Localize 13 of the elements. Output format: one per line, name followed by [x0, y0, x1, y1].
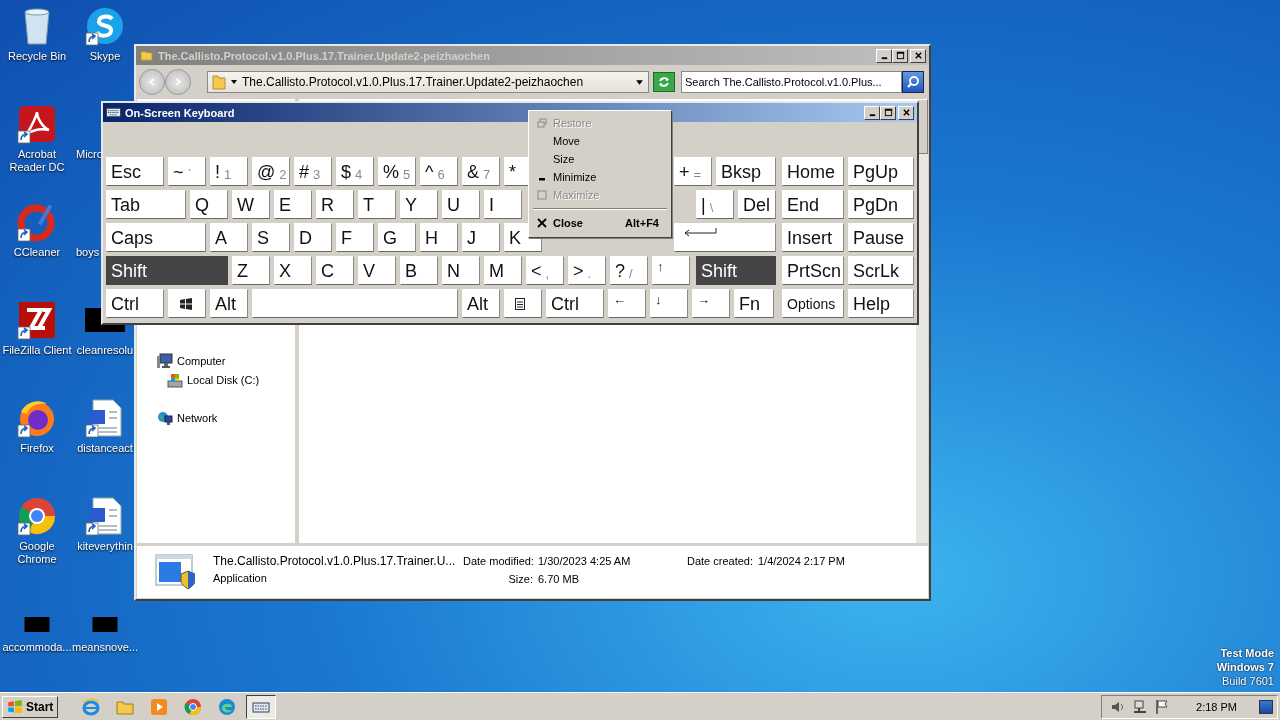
detail-value: 1/30/2023 4:25 AM [538, 554, 632, 569]
window-title: On-Screen Keyboard [125, 106, 236, 119]
window-title: The.Callisto.Protocol.v1.0.Plus.17.Trainer.Update2-peizhaochen [158, 49, 491, 62]
detail-label: Date modified: [463, 554, 535, 569]
os-notice-text: Build 7601 [1222, 674, 1274, 688]
detail-label: Date created: [685, 554, 754, 569]
detail-label: Size: [507, 572, 534, 587]
os-notice-text: Windows 7 [1216, 660, 1274, 674]
file-type: Application [213, 572, 268, 586]
detail-value: 6.70 MB [538, 572, 580, 587]
os-notice-text: Test Mode [1220, 646, 1274, 660]
detail-value: 1/4/2024 2:17 PM [758, 554, 846, 569]
file-name: The.Callisto.Protocol.v1.0.Plus.17.Trainer.U... [213, 554, 457, 570]
